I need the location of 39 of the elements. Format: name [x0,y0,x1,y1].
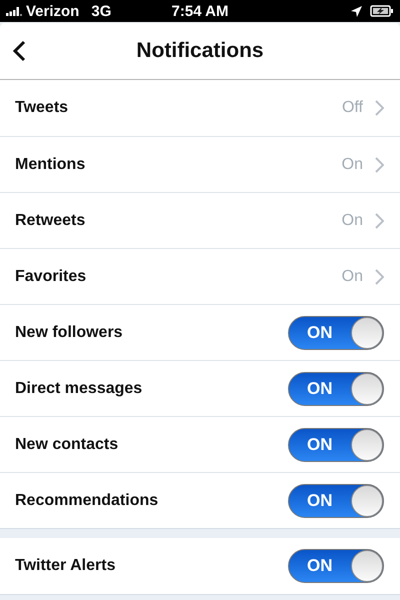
row-label: Tweets [15,99,68,117]
settings-row[interactable]: Retweets On [0,192,400,248]
settings-row[interactable]: Favorites On [0,248,400,304]
settings-row[interactable]: Tweets Off [0,80,400,136]
toggle-switch[interactable]: ON [288,372,384,406]
row-value: Off [342,99,363,117]
row-value: On [342,212,363,230]
chevron-left-icon [12,40,26,62]
screen-title: Notifications [135,39,265,63]
chevron-right-icon [375,100,384,116]
row-value: On [342,156,363,174]
location-arrow-icon [351,6,362,16]
toggle-switch[interactable]: ON [288,428,384,462]
row-label: Direct messages [15,380,142,398]
settings-row[interactable]: New followers ON [0,304,400,360]
row-label: Retweets [15,212,86,230]
row-label: Recommendations [15,492,158,510]
toggle-switch[interactable]: ON [288,484,384,518]
chevron-right-icon [375,156,384,172]
chevron-right-icon [375,268,384,284]
row-label: Favorites [15,268,86,286]
toggle-switch[interactable]: ON [288,549,384,583]
signal-icon [6,6,22,16]
row-label: Twitter Alerts [15,557,116,575]
settings-row[interactable]: Mentions On [0,136,400,192]
toggle-switch[interactable]: ON [288,316,384,350]
row-label: New followers [15,324,123,342]
row-label: New contacts [15,436,118,454]
clock-time: 7:54 AM [170,2,230,20]
chevron-right-icon [375,212,384,228]
settings-row[interactable]: Twitter Alerts ON [0,538,400,594]
network-type: 3G [91,2,112,20]
battery-charging-icon [370,5,394,17]
carrier-name: Verizon [26,2,80,20]
settings-row[interactable]: New contacts ON [0,416,400,472]
settings-row[interactable]: Recommendations ON [0,472,400,528]
row-value: On [342,268,363,286]
settings-row[interactable]: Direct messages ON [0,360,400,416]
row-label: Mentions [15,156,86,174]
